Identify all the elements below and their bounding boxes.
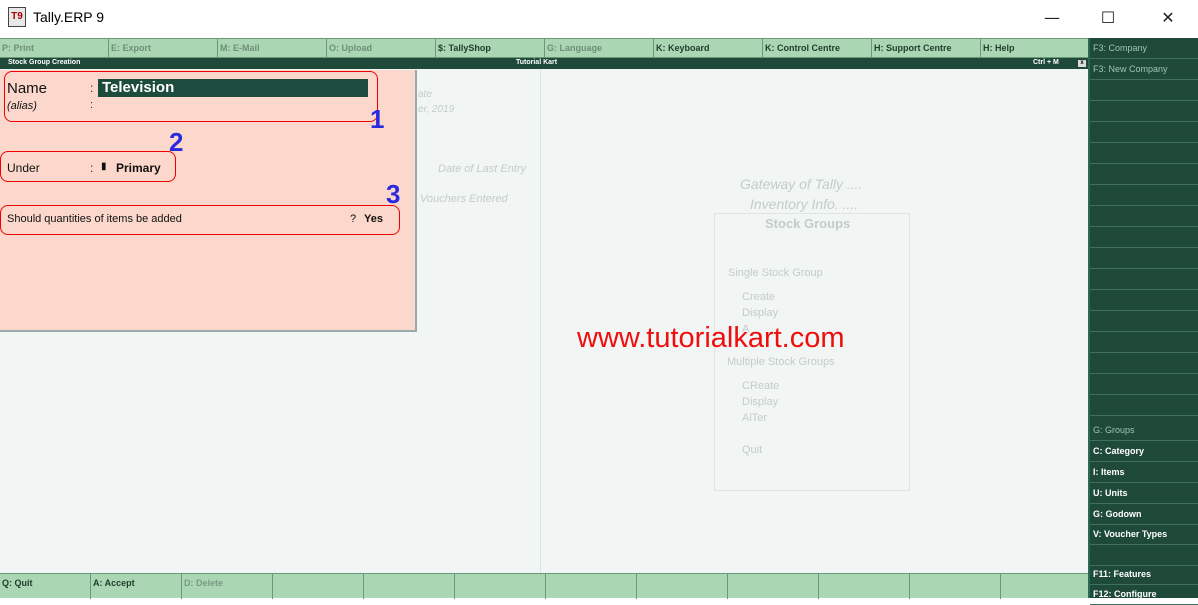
- callout-box-2: [0, 151, 176, 182]
- voucher-types-button[interactable]: V: Voucher Types: [1090, 524, 1198, 545]
- screen-header: Stock Group Creation Tutorial Kart Ctrl …: [0, 58, 1088, 69]
- multi-create-option: CReate: [742, 380, 780, 392]
- print-button[interactable]: P: Print: [0, 39, 109, 58]
- language-button[interactable]: G: Language: [545, 39, 654, 58]
- bottom-button-bar: Q: Quit A: Accept D: Delete: [0, 573, 1088, 599]
- upload-button[interactable]: O: Upload: [327, 39, 436, 58]
- stock-group-creation-form: Name : Television (alias) : 1 2 Under : …: [0, 70, 417, 332]
- delete-button[interactable]: D: Delete: [182, 574, 273, 599]
- right-blank-button[interactable]: [1090, 164, 1198, 185]
- quit-option: Quit: [742, 444, 763, 456]
- gateway-heading: Gateway of Tally ....: [740, 176, 863, 192]
- right-blank-button[interactable]: [1090, 374, 1198, 395]
- ghost-date-text-2: er, 2019: [418, 104, 455, 115]
- tally-app-icon: T9: [8, 7, 26, 27]
- godown-button[interactable]: G: Godown: [1090, 504, 1198, 525]
- bottom-blank-button[interactable]: [546, 574, 637, 599]
- window-title: Tally.ERP 9: [33, 9, 105, 25]
- close-screen-icon[interactable]: x: [1078, 60, 1086, 67]
- right-blank-button[interactable]: [1090, 122, 1198, 143]
- right-button-panel: F3: Company F3: New Company G: Groups C:…: [1088, 38, 1198, 605]
- callout-number-1: 1: [370, 104, 385, 134]
- bottom-blank-button[interactable]: [728, 574, 819, 599]
- callout-box-1: [4, 71, 378, 122]
- close-button[interactable]: ✕: [1156, 8, 1180, 28]
- panel-divider: [540, 69, 541, 573]
- help-button[interactable]: H: Help: [981, 39, 1088, 58]
- right-blank-button[interactable]: [1090, 332, 1198, 353]
- screen-title: Stock Group Creation: [8, 59, 81, 66]
- multi-display-option: Display: [742, 396, 779, 408]
- accept-button[interactable]: A: Accept: [91, 574, 182, 599]
- bottom-blank-button[interactable]: [637, 574, 728, 599]
- features-button[interactable]: F11: Features: [1090, 564, 1198, 585]
- multiple-stock-groups-label: Multiple Stock Groups: [727, 356, 835, 368]
- new-company-button[interactable]: F3: New Company: [1090, 59, 1198, 80]
- configure-button[interactable]: F12: Configure: [1090, 584, 1198, 605]
- right-blank-button[interactable]: [1090, 545, 1198, 566]
- bottom-blank-button[interactable]: [455, 574, 546, 599]
- bottom-blank-button[interactable]: [364, 574, 455, 599]
- right-blank-button[interactable]: [1090, 395, 1198, 416]
- bottom-blank-button[interactable]: [819, 574, 910, 599]
- quit-button[interactable]: Q: Quit: [0, 574, 91, 599]
- create-option: Create: [742, 291, 776, 303]
- ghost-date-text: ate: [418, 89, 432, 100]
- watermark-text: www.tutorialkart.com: [577, 322, 845, 354]
- control-centre-button[interactable]: K: Control Centre: [763, 39, 872, 58]
- groups-button[interactable]: G: Groups: [1090, 420, 1198, 441]
- export-button[interactable]: E: Export: [109, 39, 218, 58]
- right-blank-button[interactable]: [1090, 206, 1198, 227]
- email-button[interactable]: M: E-Mail: [218, 39, 327, 58]
- callout-box-3: [0, 205, 400, 235]
- tallyshop-button[interactable]: $: TallyShop: [436, 39, 545, 58]
- window-title-bar: T9 Tally.ERP 9 — ☐ ✕: [0, 0, 1198, 38]
- minimize-button[interactable]: —: [1040, 8, 1064, 28]
- multi-alter-option: AlTer: [742, 412, 768, 424]
- right-blank-button[interactable]: [1090, 185, 1198, 206]
- right-blank-button[interactable]: [1090, 311, 1198, 332]
- stock-groups-heading: Stock Groups: [765, 216, 851, 231]
- date-of-last-entry-label: Date of Last Entry: [438, 163, 527, 175]
- right-blank-button[interactable]: [1090, 101, 1198, 122]
- maximize-button[interactable]: ☐: [1096, 8, 1120, 28]
- right-blank-button[interactable]: [1090, 269, 1198, 290]
- display-option: Display: [742, 307, 779, 319]
- single-stock-group-label: Single Stock Group: [728, 267, 823, 279]
- inventory-info-heading: Inventory Info. ....: [750, 196, 859, 212]
- top-menu-bar: P: Print E: Export M: E-Mail O: Upload $…: [0, 38, 1088, 58]
- keyboard-button[interactable]: K: Keyboard: [654, 39, 763, 58]
- right-blank-button[interactable]: [1090, 290, 1198, 311]
- right-blank-button[interactable]: [1090, 80, 1198, 101]
- right-blank-button[interactable]: [1090, 353, 1198, 374]
- company-button[interactable]: F3: Company: [1090, 38, 1198, 59]
- bottom-blank-button[interactable]: [273, 574, 364, 599]
- bottom-blank-button[interactable]: [1001, 574, 1088, 599]
- right-blank-button[interactable]: [1090, 248, 1198, 269]
- company-name: Tutorial Kart: [516, 59, 558, 66]
- bottom-blank-button[interactable]: [910, 574, 1001, 599]
- support-centre-button[interactable]: H: Support Centre: [872, 39, 981, 58]
- right-blank-button[interactable]: [1090, 227, 1198, 248]
- category-button[interactable]: C: Category: [1090, 441, 1198, 462]
- right-blank-button[interactable]: [1090, 143, 1198, 164]
- units-button[interactable]: U: Units: [1090, 483, 1198, 504]
- items-button[interactable]: I: Items: [1090, 462, 1198, 483]
- shortcut-hint: Ctrl + M: [1033, 59, 1059, 66]
- vouchers-entered-label: Vouchers Entered: [420, 193, 508, 205]
